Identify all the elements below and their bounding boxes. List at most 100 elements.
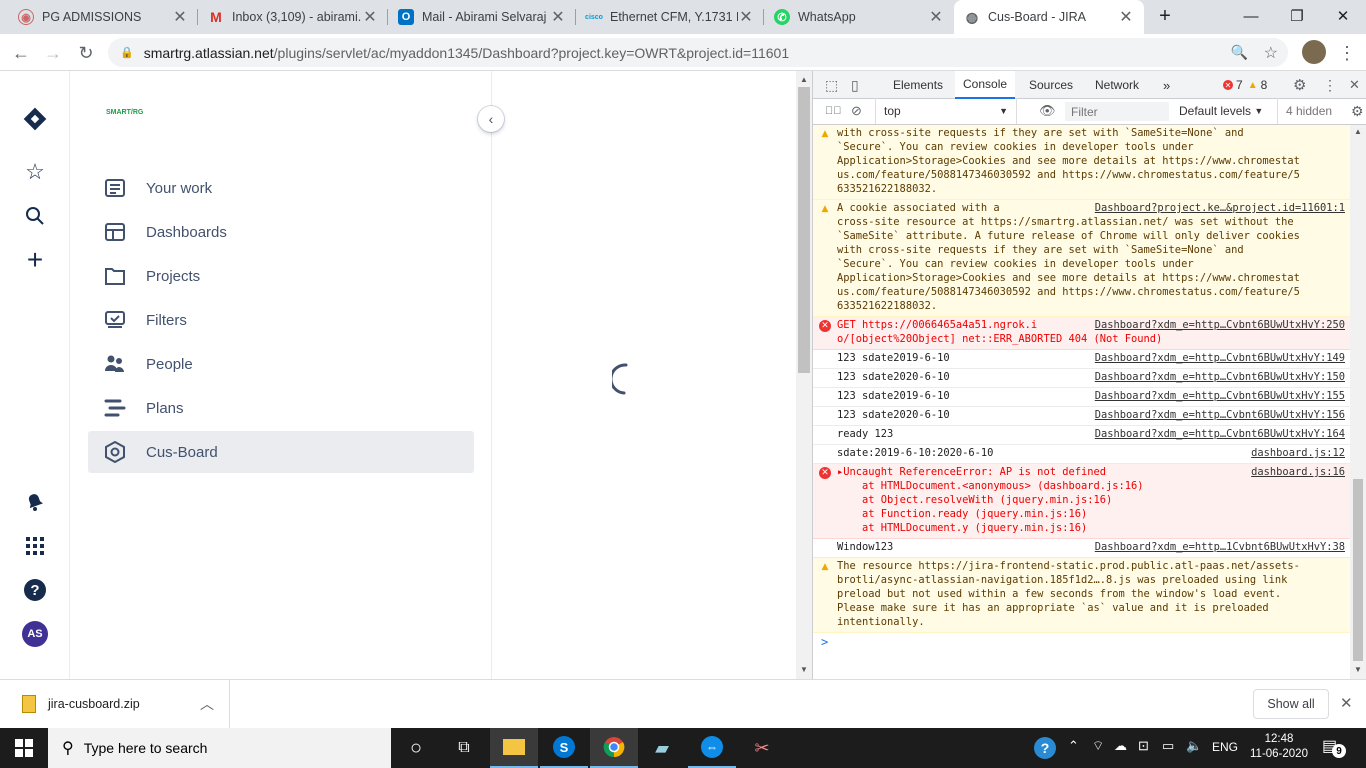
nav-your-work[interactable]: Your work [88, 167, 474, 209]
device-toolbar-icon[interactable]: ▯ [843, 71, 867, 99]
teamviewer-icon[interactable]: ⇔ [688, 728, 736, 768]
restore-button[interactable]: ❐ [1274, 0, 1320, 32]
console-source-link[interactable]: Dashboard?xdm_e=http…Cvbnt6BUwUtxHvY:164 [1095, 427, 1345, 441]
nav-dashboards[interactable]: Dashboards [88, 211, 474, 253]
create-icon[interactable]: + [20, 244, 50, 275]
console-source-link[interactable]: Dashboard?xdm_e=http…Cvbnt6BUwUtxHvY:156 [1095, 408, 1345, 422]
scroll-up-icon[interactable]: ▲ [800, 75, 808, 84]
inspect-icon[interactable]: ⬚ [817, 71, 846, 99]
profile-avatar[interactable] [1302, 40, 1326, 64]
nav-projects[interactable]: Projects [88, 255, 474, 297]
nav-plans[interactable]: Plans [88, 387, 474, 429]
console-settings-gear-icon[interactable]: ⚙ [1343, 98, 1366, 124]
tab-console[interactable]: Console [955, 71, 1016, 99]
console-source-link[interactable]: Dashboard?xdm_e=http…Cvbnt6BUwUtxHvY:149 [1095, 351, 1345, 365]
chevron-up-icon[interactable]: ⌃ [1068, 738, 1079, 754]
wifi-icon[interactable]: ⌔ [1092, 738, 1104, 754]
nav-cus-board[interactable]: Cus-Board [88, 431, 474, 473]
console-prompt-input[interactable]: > [813, 633, 1351, 649]
close-icon[interactable]: ✕ [550, 7, 566, 27]
tab-cisco[interactable]: cisco Ethernet CFM, Y.1731 Bi ✕ [576, 0, 764, 34]
zoom-icon[interactable]: 🔍 [1231, 44, 1248, 61]
cloud-icon[interactable]: ☁ [1114, 738, 1127, 754]
console-source-link[interactable]: Dashboard?xdm_e=http…Cvbnt6BUwUtxHvY:250 [1095, 318, 1345, 332]
close-icon[interactable]: ✕ [172, 7, 188, 27]
clock[interactable]: 12:48 11-06-2020 [1248, 732, 1310, 762]
close-icon[interactable]: ✕ [362, 7, 378, 27]
tab-whatsapp[interactable]: ✆ WhatsApp ✕ [764, 0, 954, 34]
nav-people[interactable]: People [88, 343, 474, 385]
collapse-sidebar-button[interactable]: ‹ [478, 106, 504, 132]
avatar[interactable]: AS [20, 619, 50, 649]
volume-icon[interactable]: 🔈 [1186, 738, 1202, 754]
file-explorer-icon[interactable] [490, 728, 538, 768]
chrome-icon[interactable] [590, 728, 638, 768]
close-window-button[interactable]: ✕ [1320, 0, 1366, 32]
close-icon[interactable]: ✕ [1118, 7, 1134, 27]
close-devtools-icon[interactable]: ✕ [1341, 71, 1366, 99]
app-icon[interactable]: ▰ [638, 728, 686, 768]
help-icon[interactable]: ? [20, 575, 50, 605]
reload-button[interactable]: ↻ [73, 40, 99, 66]
close-icon[interactable]: ✕ [738, 7, 754, 27]
task-view-icon[interactable]: ⧉ [440, 728, 488, 768]
cortana-icon[interactable]: ○ [392, 728, 440, 768]
clear-console-icon[interactable]: ⊘ [843, 98, 870, 124]
log-levels-select[interactable]: Default levels ▼ [1171, 98, 1271, 124]
scroll-down-icon[interactable]: ▼ [800, 665, 808, 674]
download-item[interactable]: jira-cusboard.zip ︿ [14, 680, 230, 728]
scrollbar-thumb[interactable] [1353, 479, 1363, 661]
close-icon[interactable]: ✕ [928, 7, 944, 27]
console-source-link[interactable]: Dashboard?xdm_e=http…1Cvbnt6BUwUtxHvY:38 [1095, 540, 1345, 554]
page-scrollbar[interactable]: ▲ ▼ [796, 71, 812, 679]
network-icon[interactable]: ⊡ [1138, 738, 1149, 754]
tab-network[interactable]: Network [1087, 71, 1147, 99]
smartrg-logo[interactable]: SMART/RG [106, 109, 143, 131]
notifications-icon[interactable] [20, 487, 50, 517]
console-source-link[interactable]: Dashboard?xdm_e=http…Cvbnt6BUwUtxHvY:150 [1095, 370, 1345, 384]
tab-sources[interactable]: Sources [1021, 71, 1081, 99]
jira-logo-icon[interactable] [20, 104, 50, 134]
console-source-link[interactable]: Dashboard?project.ke…&project.id=11601:1 [1095, 201, 1345, 215]
tab-cus-board-jira[interactable]: ◍ Cus-Board - JIRA ✕ [954, 0, 1144, 34]
windows-start-icon[interactable] [0, 728, 48, 768]
skype-icon[interactable]: S [540, 728, 588, 768]
console-source-link[interactable]: dashboard.js:12 [1251, 446, 1345, 460]
search-icon[interactable] [20, 201, 50, 231]
scrollbar-thumb[interactable] [798, 87, 810, 373]
tab-gmail[interactable]: M Inbox (3,109) - abirami. ✕ [198, 0, 388, 34]
chevron-up-icon[interactable]: ︿ [200, 694, 214, 714]
battery-icon[interactable]: ▭ [1162, 738, 1174, 754]
console-source-link[interactable]: dashboard.js:16 [1251, 465, 1345, 479]
live-expression-eye-icon[interactable]: 👁 [1031, 98, 1064, 124]
forward-button[interactable]: → [40, 40, 66, 66]
app-switcher-icon[interactable] [20, 531, 50, 561]
console-source-link[interactable]: Dashboard?xdm_e=http…Cvbnt6BUwUtxHvY:155 [1095, 389, 1345, 403]
context-select[interactable]: top ▼ [875, 98, 1017, 124]
tab-pg-admissions[interactable]: ◉ PG ADMISSIONS ✕ [8, 0, 198, 34]
close-download-bar-icon[interactable]: ✕ [1340, 694, 1353, 712]
scroll-up-icon[interactable]: ▲ [1354, 127, 1362, 136]
console-filter-input[interactable]: Filter [1065, 102, 1169, 121]
new-tab-button[interactable]: + [1150, 0, 1180, 32]
settings-gear-icon[interactable]: ⚙ [1285, 71, 1314, 99]
issue-counter[interactable]: ✕ 7 ▲ 8 [1215, 71, 1275, 99]
starred-icon[interactable]: ☆ [20, 157, 50, 187]
address-bar[interactable]: 🔒 smartrg.atlassian.net/plugins/servlet/… [108, 38, 1288, 67]
taskbar-search[interactable]: ⚲ Type here to search [48, 728, 391, 768]
language-indicator[interactable]: ENG [1212, 740, 1238, 754]
show-all-button[interactable]: Show all [1253, 689, 1329, 719]
nav-filters[interactable]: Filters [88, 299, 474, 341]
tab-elements[interactable]: Elements [885, 71, 951, 99]
more-tabs-icon[interactable]: » [1155, 71, 1178, 99]
menu-kebab-icon[interactable]: ⋮ [1334, 40, 1360, 66]
console-scrollbar[interactable]: ▲ ▼ [1350, 125, 1366, 679]
minimize-button[interactable]: — [1228, 0, 1274, 32]
snipping-tool-icon[interactable]: ✂ [738, 728, 786, 768]
help-tray-icon[interactable]: ? [1034, 737, 1056, 759]
tab-outlook[interactable]: O Mail - Abirami Selvaraj ✕ [388, 0, 576, 34]
bookmark-star-icon[interactable]: ☆ [1264, 43, 1278, 63]
back-button[interactable]: ← [8, 40, 34, 66]
scroll-down-icon[interactable]: ▼ [1354, 665, 1362, 674]
action-center-icon[interactable]: ▤ 9 [1322, 736, 1346, 758]
